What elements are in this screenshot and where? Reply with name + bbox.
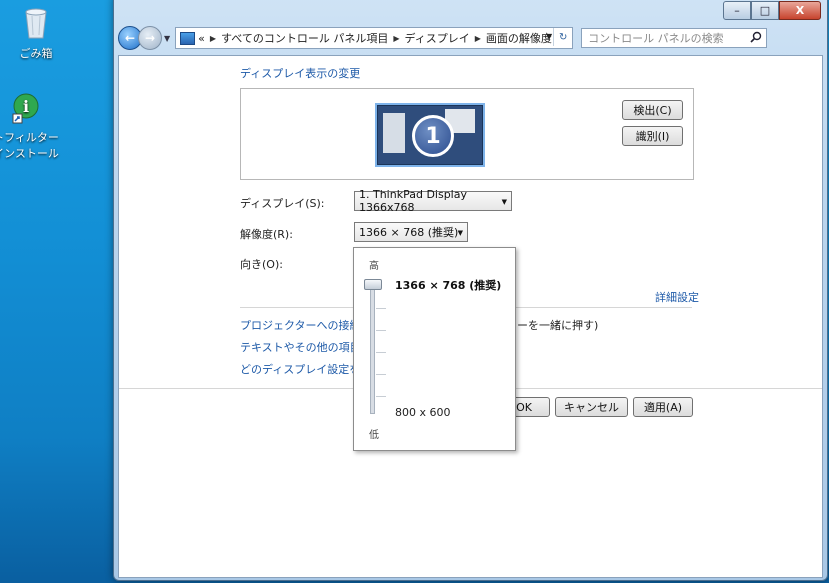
navigation-bar: ← → ▼ « ▶ すべてのコントロール パネル項目 ▶ ディスプレイ ▶ 画面… (118, 25, 821, 51)
resolution-select-value: 1366 × 768 (推奨) (359, 226, 459, 239)
breadcrumb-all-items[interactable]: すべてのコントロール パネル項目 (221, 30, 388, 46)
control-panel-icon (180, 31, 196, 45)
window-thumbnail (383, 113, 405, 153)
minimum-resolution[interactable]: 800 x 600 (395, 406, 451, 419)
resolution-slider-thumb[interactable] (364, 279, 382, 290)
slider-tick (376, 352, 386, 353)
display-select[interactable]: 1. ThinkPad Display 1366x768 ▼ (354, 188, 512, 214)
low-label: 低 (369, 430, 379, 441)
chevron-down-icon: ▼ (501, 198, 507, 206)
breadcrumb-resolution[interactable]: 画面の解像度 (486, 30, 552, 46)
resolution-slider-popup: 高 1366 × 768 (推奨) 800 x 600 低 (353, 247, 516, 451)
high-label: 高 (369, 261, 379, 272)
caption-buttons: – □ X (723, 1, 821, 20)
resolution-select[interactable]: 1366 × 768 (推奨) ▼ (354, 222, 468, 242)
monitor-number-badge: 1 (412, 115, 454, 157)
projector-link[interactable]: プロジェクターへの接続 ( (240, 317, 368, 333)
chevron-down-icon: ▼ (457, 229, 463, 237)
search-icon[interactable] (750, 31, 762, 46)
recycle-bin-icon (0, 4, 76, 43)
close-button[interactable]: X (779, 1, 821, 20)
recycle-bin-desktop-icon[interactable]: ごみ箱 (0, 4, 76, 61)
projector-shortcut-text: ーを一緒に押す) (517, 319, 599, 332)
maximize-button[interactable]: □ (751, 1, 779, 20)
breadcrumb-display[interactable]: ディスプレイ (405, 30, 470, 46)
slider-tick (376, 330, 386, 331)
chevron-right-icon: ▶ (393, 33, 400, 43)
chevron-right-icon: ▶ (209, 33, 217, 43)
display-settings-help-link[interactable]: どのディスプレイ設定を選 (240, 361, 371, 377)
search-input[interactable]: コントロール パネルの検索 (581, 28, 768, 48)
address-bar[interactable]: « ▶ すべてのコントロール パネル項目 ▶ ディスプレイ ▶ 画面の解像度 ▼… (175, 27, 574, 49)
orientation-label: 向き(O): (240, 258, 283, 271)
resolution-label: 解像度(R): (240, 228, 293, 241)
slider-tick (376, 374, 386, 375)
recommended-resolution[interactable]: 1366 × 768 (推奨) (395, 277, 501, 293)
detect-button[interactable]: 検出(C) (622, 100, 683, 120)
info-label-line2: インストール (0, 147, 59, 160)
address-dropdown-icon[interactable]: ▼ (546, 32, 552, 41)
minimize-button[interactable]: – (723, 1, 751, 20)
display-label: ディスプレイ(S): (240, 197, 325, 210)
monitor-1-thumbnail[interactable]: 1 (375, 103, 485, 167)
forward-button[interactable]: → (138, 26, 162, 50)
page-title: ディスプレイ表示の変更 (240, 67, 361, 80)
slider-tick (376, 396, 386, 397)
slider-tick (376, 308, 386, 309)
cancel-button[interactable]: キャンセル (555, 397, 628, 417)
info-shortcut-desktop-icon[interactable]: i トフィルター インストール (0, 92, 66, 161)
apply-button[interactable]: 適用(A) (633, 397, 693, 417)
identify-button[interactable]: 識別(I) (622, 126, 683, 146)
recycle-bin-label: ごみ箱 (19, 47, 53, 60)
search-placeholder: コントロール パネルの検索 (588, 32, 724, 45)
breadcrumb-prefix[interactable]: « (198, 32, 205, 45)
svg-text:i: i (23, 97, 29, 116)
text-size-link[interactable]: テキストやその他の項目の (240, 339, 372, 355)
resolution-slider-track[interactable] (370, 282, 375, 414)
display-select-value: 1. ThinkPad Display 1366x768 (359, 188, 467, 214)
info-label-line1: トフィルター (0, 131, 59, 144)
info-icon: i (0, 92, 66, 127)
chevron-right-icon: ▶ (474, 33, 481, 43)
refresh-icon[interactable]: ↻ (553, 28, 572, 46)
advanced-settings-link[interactable]: 詳細設定 (655, 289, 699, 305)
back-arrow-icon: ← (124, 31, 136, 45)
forward-arrow-icon: → (144, 31, 156, 45)
history-dropdown-icon[interactable]: ▼ (164, 34, 170, 43)
